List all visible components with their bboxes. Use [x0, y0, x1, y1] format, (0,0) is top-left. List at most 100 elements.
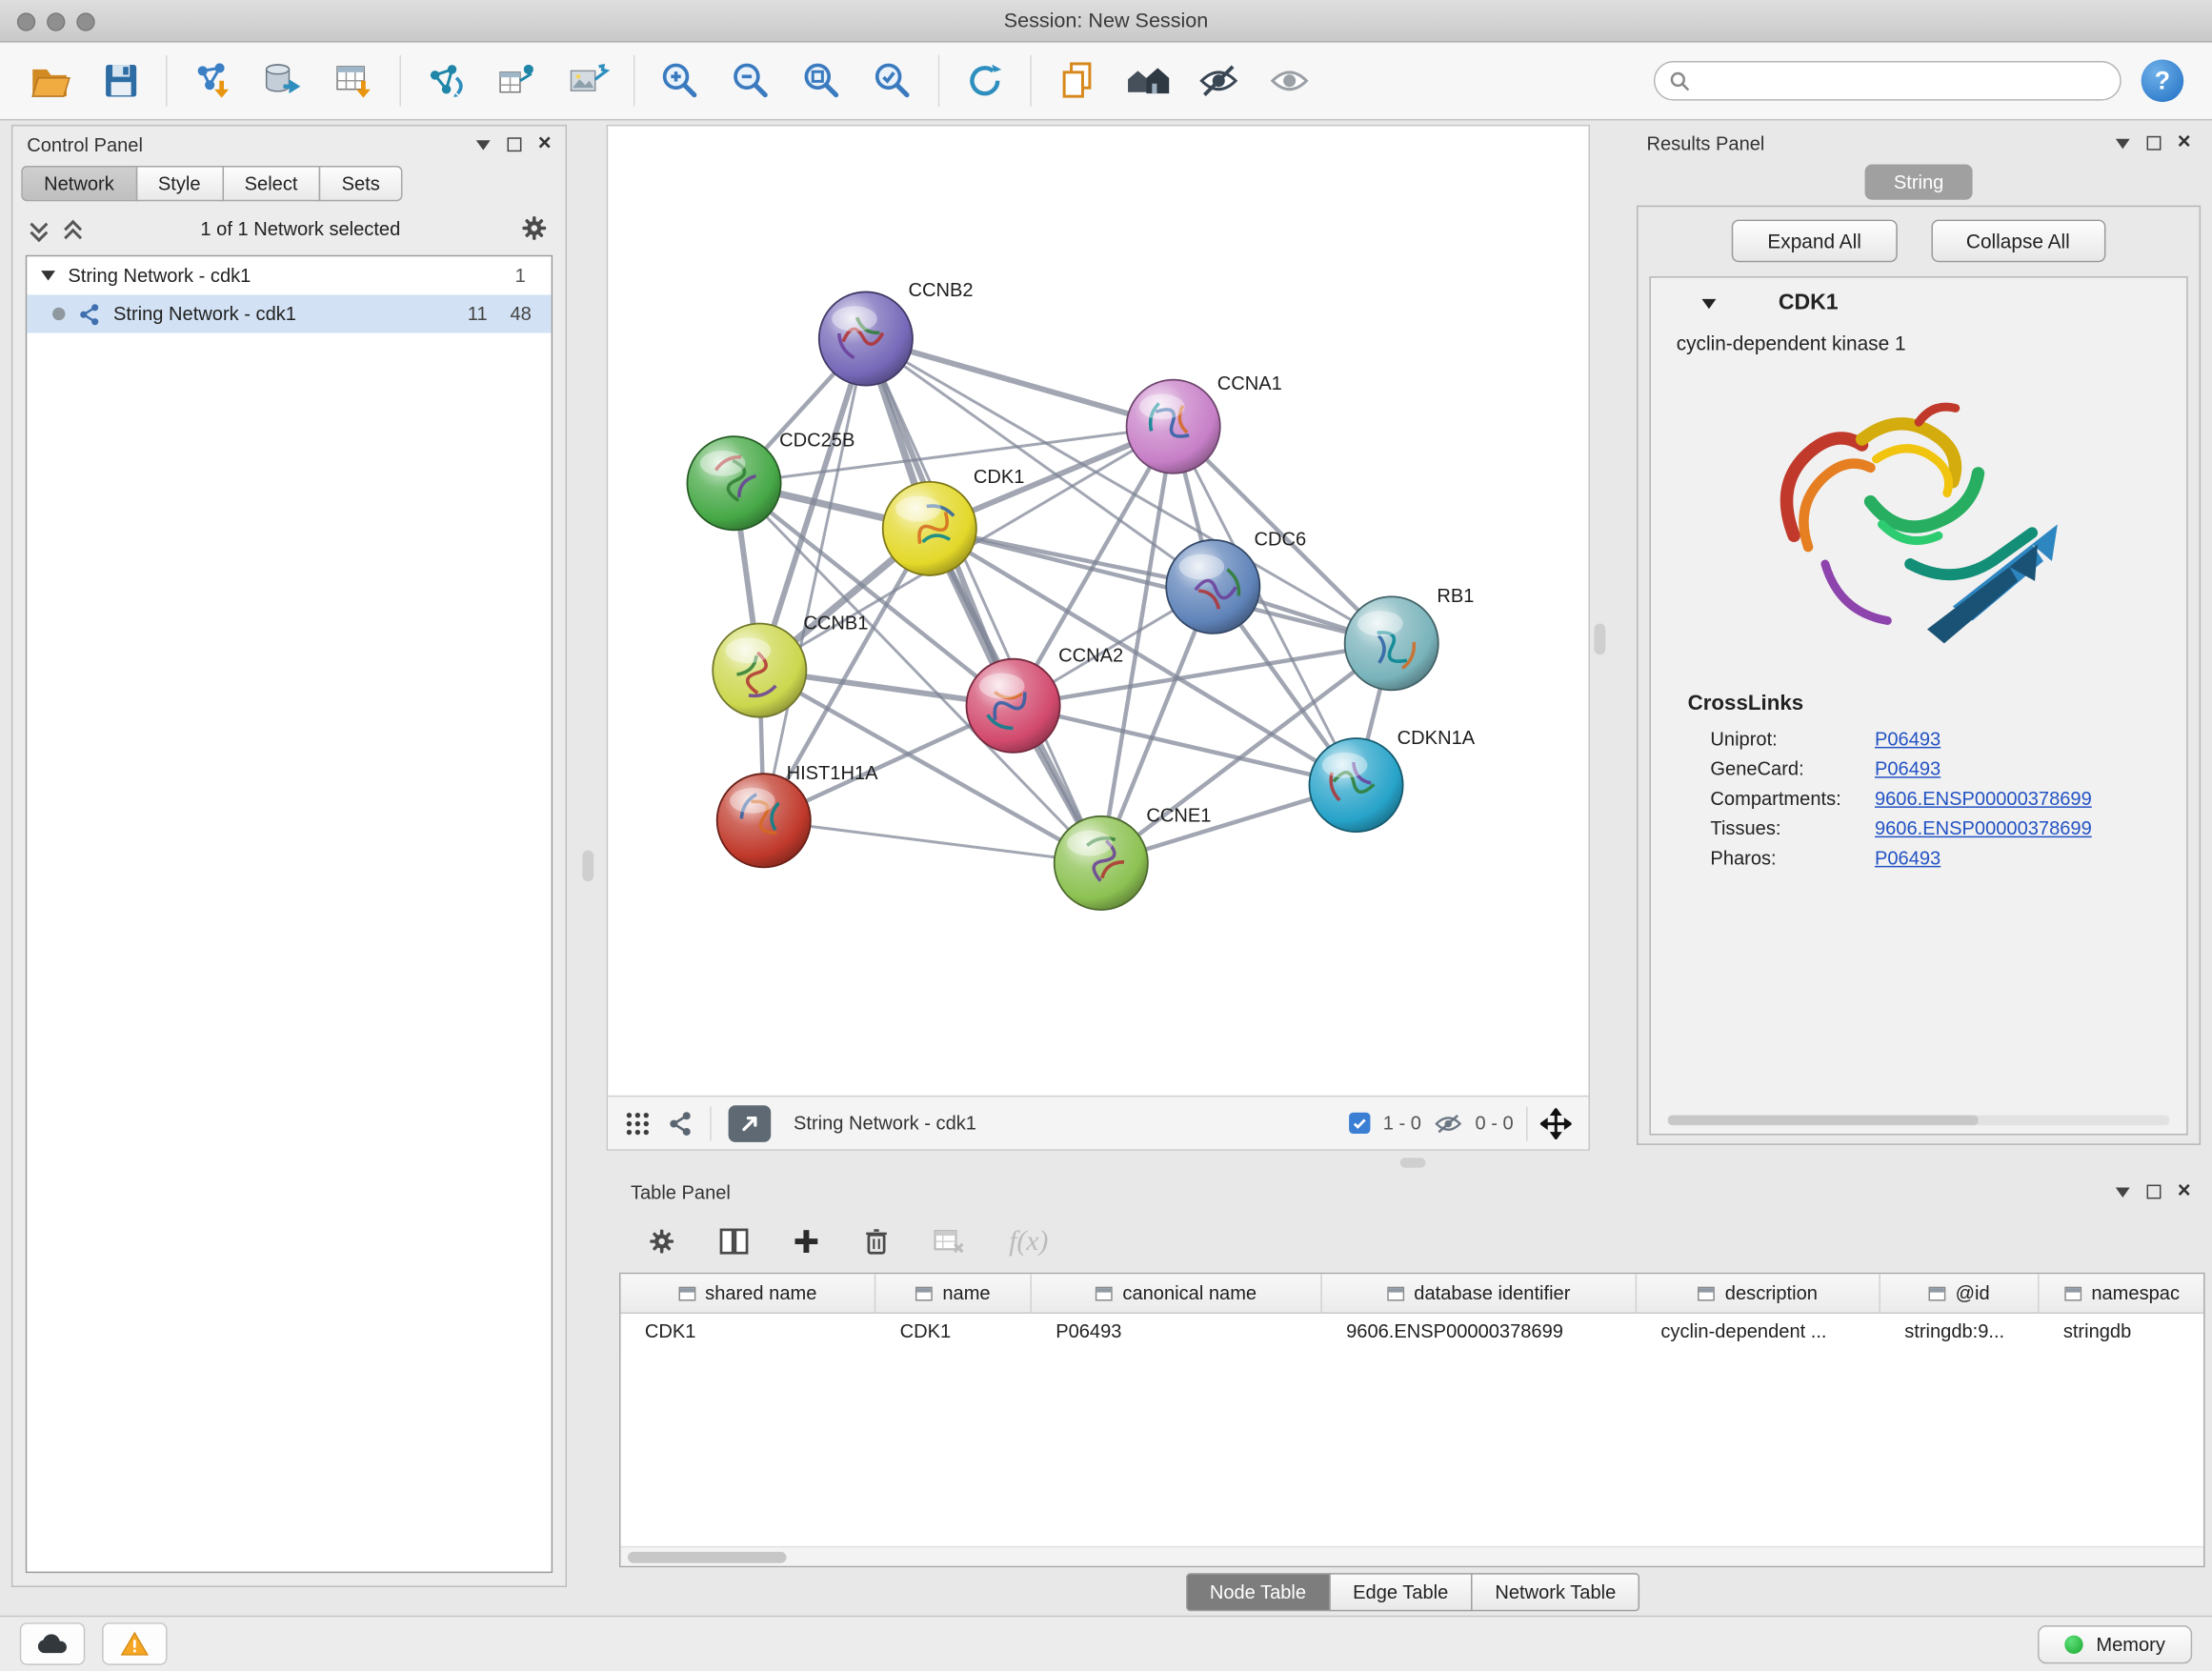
panel-menu-icon[interactable] [2115, 138, 2129, 148]
tab-network-table[interactable]: Network Table [1471, 1572, 1639, 1610]
results-scrollbar[interactable] [1668, 1116, 2170, 1125]
network-row-selected[interactable]: String Network - cdk1 11 48 [27, 294, 551, 332]
table-cell[interactable]: CDK1 [875, 1314, 1032, 1352]
panel-menu-icon[interactable] [475, 140, 490, 150]
hide-graphics-details-icon[interactable] [1183, 50, 1254, 111]
selected-items-icon[interactable] [1349, 1113, 1370, 1134]
copy-document-icon[interactable] [1041, 50, 1112, 111]
hidden-items-eye-icon[interactable] [1434, 1112, 1462, 1135]
collapse-all-icon[interactable] [30, 217, 47, 238]
table-cell[interactable]: stringdb:9... [1880, 1314, 2040, 1352]
network-node-CDK1[interactable]: CDK1 [883, 467, 1025, 575]
column-header-description[interactable]: description [1637, 1274, 1880, 1312]
search-input[interactable] [1700, 69, 2105, 92]
column-header-shared-name[interactable]: shared name [621, 1274, 876, 1312]
show-graphics-details-icon[interactable] [1254, 50, 1324, 111]
network-node-HIST1H1A[interactable]: HIST1H1A [717, 763, 878, 867]
birds-eye-view-icon[interactable] [625, 1110, 651, 1136]
column-header-canonical-name[interactable]: canonical name [1032, 1274, 1322, 1312]
tab-edge-table[interactable]: Edge Table [1329, 1572, 1473, 1610]
import-network-database-icon[interactable] [248, 50, 318, 111]
clone-network-icon[interactable] [482, 50, 553, 111]
help-icon[interactable]: ? [2142, 59, 2184, 102]
crosslink-link[interactable]: P06493 [1875, 848, 1941, 869]
table-cell[interactable]: P06493 [1032, 1314, 1322, 1352]
table-cell[interactable]: 9606.ENSP00000378699 [1322, 1314, 1637, 1352]
right-splitter-handle[interactable] [1594, 624, 1605, 655]
close-window-button[interactable] [17, 12, 35, 30]
network-node-RB1[interactable]: RB1 [1345, 586, 1475, 690]
crosslink-link[interactable]: 9606.ENSP00000378699 [1875, 817, 2092, 838]
zoom-in-icon[interactable] [645, 50, 715, 111]
zoom-fit-icon[interactable] [787, 50, 857, 111]
tab-network[interactable]: Network [21, 166, 136, 201]
apply-layout-icon[interactable] [950, 50, 1020, 111]
panel-menu-icon[interactable] [2115, 1187, 2129, 1197]
minimize-window-button[interactable] [47, 12, 65, 30]
delete-column-trash-icon[interactable] [863, 1227, 890, 1256]
cloud-button[interactable] [20, 1622, 85, 1665]
panel-close-icon[interactable]: × [2178, 1185, 2191, 1199]
column-header-name[interactable]: name [875, 1274, 1032, 1312]
import-table-file-icon[interactable] [319, 50, 390, 111]
card-collapse-icon[interactable] [1701, 298, 1716, 308]
warnings-button[interactable] [102, 1622, 167, 1665]
crosslink-link[interactable]: 9606.ENSP00000378699 [1875, 788, 2092, 809]
panel-close-icon[interactable]: × [538, 137, 552, 151]
collapse-all-button[interactable]: Collapse All [1931, 220, 2105, 263]
zoom-out-icon[interactable] [715, 50, 786, 111]
save-session-icon[interactable] [85, 50, 155, 111]
panel-float-icon[interactable] [2146, 136, 2161, 151]
panel-close-icon[interactable]: × [2178, 136, 2191, 151]
network-node-CCNB1[interactable]: CCNB1 [713, 613, 868, 716]
table-cell[interactable]: CDK1 [621, 1314, 876, 1352]
left-splitter-handle[interactable] [582, 851, 593, 882]
tab-style[interactable]: Style [135, 166, 223, 201]
gear-icon[interactable] [520, 214, 549, 243]
panel-float-icon[interactable] [507, 137, 521, 151]
zoom-selected-icon[interactable] [857, 50, 928, 111]
network-from-selection-icon[interactable] [411, 50, 481, 111]
table-settings-gear-icon[interactable] [648, 1227, 676, 1256]
table-cell[interactable]: cyclin-dependent ... [1637, 1314, 1880, 1352]
open-file-icon[interactable] [14, 50, 85, 111]
tree-expand-icon[interactable] [41, 271, 55, 280]
show-columns-icon[interactable] [718, 1227, 750, 1256]
string-home-icon[interactable] [1113, 50, 1183, 111]
table-row[interactable]: CDK1CDK1P064939606.ENSP00000378699cyclin… [621, 1314, 2204, 1352]
import-network-file-icon[interactable] [177, 50, 248, 111]
panel-float-icon[interactable] [2146, 1185, 2161, 1199]
crosslink-label: Compartments: [1710, 788, 1875, 809]
tab-node-table[interactable]: Node Table [1186, 1572, 1331, 1610]
network-node-CCNA1[interactable]: CCNA1 [1127, 373, 1282, 473]
table-cell[interactable]: stringdb [2040, 1314, 2205, 1352]
network-tree: String Network - cdk1 1 String Network -… [26, 255, 553, 1573]
network-share-icon[interactable] [668, 1110, 694, 1136]
search-box[interactable] [1654, 61, 2122, 101]
crosslink-link[interactable]: P06493 [1875, 729, 1941, 750]
export-image-icon[interactable] [553, 50, 623, 111]
tab-sets[interactable]: Sets [319, 166, 403, 201]
bottom-splitter-handle[interactable] [1400, 1158, 1426, 1167]
column-header-database-identifier[interactable]: database identifier [1322, 1274, 1637, 1312]
tab-select[interactable]: Select [222, 166, 320, 201]
maximize-window-button[interactable] [76, 12, 94, 30]
expand-all-button[interactable]: Expand All [1732, 220, 1897, 263]
network-node-CCNB2[interactable]: CCNB2 [819, 280, 974, 386]
crosslink-link[interactable]: P06493 [1875, 758, 1941, 779]
network-canvas[interactable]: CCNB2CCNA1CDC25BCDK1CDC6RB1CCNB1CCNA2CDK… [608, 126, 1588, 1095]
table-horizontal-scrollbar[interactable] [621, 1546, 2204, 1566]
add-column-icon[interactable] [793, 1227, 821, 1256]
svg-text:CCNA1: CCNA1 [1217, 373, 1282, 394]
network-collection-row[interactable]: String Network - cdk1 1 [27, 256, 551, 294]
results-scrollbar-thumb[interactable] [1668, 1116, 1979, 1125]
expand-all-icon[interactable] [64, 217, 81, 238]
column-header--id[interactable]: @id [1880, 1274, 2040, 1312]
column-header-namespac[interactable]: namespac [2040, 1274, 2205, 1312]
memory-button[interactable]: Memory [2038, 1624, 2192, 1662]
pan-move-icon[interactable] [1540, 1107, 1572, 1138]
network-node-CDKN1A[interactable]: CDKN1A [1309, 728, 1475, 832]
tab-string[interactable]: String [1865, 165, 1972, 200]
open-in-new-window-button[interactable] [729, 1105, 772, 1142]
table-scrollbar-thumb[interactable] [628, 1551, 787, 1562]
